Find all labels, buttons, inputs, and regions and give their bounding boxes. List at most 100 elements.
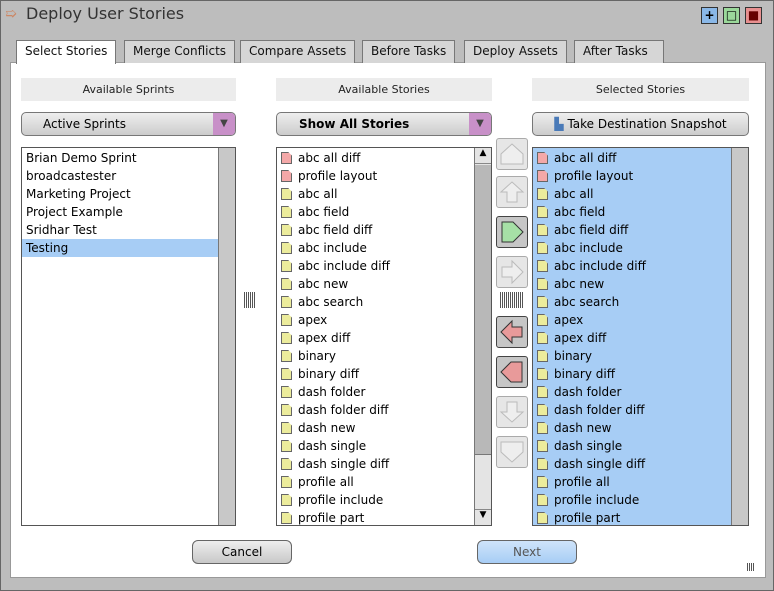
- scroll-thumb[interactable]: [475, 165, 491, 455]
- list-item[interactable]: dash single: [277, 437, 491, 455]
- story-document-icon: [537, 404, 548, 416]
- list-item[interactable]: Project Example: [22, 203, 218, 221]
- list-item[interactable]: dash folder diff: [533, 401, 748, 419]
- list-item[interactable]: apex: [277, 311, 491, 329]
- list-item-label: abc include diff: [554, 259, 646, 273]
- next-button[interactable]: Next: [477, 540, 577, 564]
- list-item-label: profile include: [298, 493, 384, 507]
- window-title: Deploy User Stories: [26, 4, 185, 23]
- stories-scrollbar[interactable]: ▲ ▼: [474, 148, 491, 525]
- list-item[interactable]: abc include: [277, 239, 491, 257]
- list-item[interactable]: abc field: [533, 203, 748, 221]
- story-document-icon: [281, 422, 292, 434]
- list-item[interactable]: profile part: [533, 509, 748, 525]
- story-document-icon: [281, 494, 292, 506]
- tab-deploy-assets[interactable]: Deploy Assets: [464, 40, 567, 63]
- list-item[interactable]: Sridhar Test: [22, 221, 218, 239]
- story-document-icon: [281, 242, 292, 254]
- list-item[interactable]: abc include diff: [533, 257, 748, 275]
- list-item[interactable]: abc all diff: [277, 149, 491, 167]
- list-item[interactable]: binary: [533, 347, 748, 365]
- list-item[interactable]: Testing: [22, 239, 218, 257]
- scroll-down-icon[interactable]: ▼: [475, 509, 491, 525]
- list-item[interactable]: dash folder diff: [277, 401, 491, 419]
- story-document-icon: [281, 314, 292, 326]
- list-item[interactable]: apex: [533, 311, 748, 329]
- take-snapshot-button[interactable]: ▙ Take Destination Snapshot: [532, 112, 749, 136]
- list-item-label: profile all: [298, 475, 354, 489]
- list-item[interactable]: Brian Demo Sprint: [22, 149, 218, 167]
- list-item[interactable]: abc search: [277, 293, 491, 311]
- list-item[interactable]: dash folder: [533, 383, 748, 401]
- list-item[interactable]: dash folder: [277, 383, 491, 401]
- move-top-icon: [500, 143, 524, 165]
- list-item[interactable]: profile layout: [533, 167, 748, 185]
- list-item[interactable]: dash single: [533, 437, 748, 455]
- list-item[interactable]: dash single diff: [533, 455, 748, 473]
- story-filter-dropdown[interactable]: Show All Stories ▼: [276, 112, 492, 136]
- list-item-label: profile layout: [298, 169, 378, 183]
- list-item[interactable]: dash new: [533, 419, 748, 437]
- story-document-icon: [537, 386, 548, 398]
- list-item-label: abc new: [298, 277, 349, 291]
- list-item-label: dash new: [298, 421, 356, 435]
- list-item-label: Sridhar Test: [26, 223, 97, 237]
- list-item[interactable]: profile include: [277, 491, 491, 509]
- selected-list-scrollbar[interactable]: [731, 148, 748, 525]
- list-item[interactable]: abc field: [277, 203, 491, 221]
- list-item[interactable]: abc field diff: [277, 221, 491, 239]
- scroll-up-icon[interactable]: ▲: [475, 148, 491, 164]
- list-item[interactable]: abc search: [533, 293, 748, 311]
- list-item[interactable]: abc new: [533, 275, 748, 293]
- tab-select-stories[interactable]: Select Stories: [16, 40, 117, 64]
- list-item[interactable]: binary: [277, 347, 491, 365]
- list-item-label: dash single diff: [554, 457, 646, 471]
- list-item[interactable]: Marketing Project: [22, 185, 218, 203]
- list-item[interactable]: binary diff: [533, 365, 748, 383]
- list-item[interactable]: dash new: [277, 419, 491, 437]
- add-all-button[interactable]: [496, 216, 528, 248]
- move-down-button[interactable]: [496, 396, 528, 428]
- add-window-button[interactable]: +: [701, 7, 718, 24]
- tab-merge-conflicts[interactable]: Merge Conflicts: [124, 40, 236, 63]
- list-item[interactable]: abc field diff: [533, 221, 748, 239]
- add-button[interactable]: [496, 256, 528, 288]
- sprint-filter-dropdown[interactable]: Active Sprints ▼: [21, 112, 236, 136]
- tab-after-tasks[interactable]: After Tasks: [574, 40, 664, 63]
- list-item[interactable]: profile all: [277, 473, 491, 491]
- remove-button[interactable]: [496, 316, 528, 348]
- list-item-label: abc include diff: [298, 259, 390, 273]
- story-document-icon: [281, 332, 292, 344]
- list-item[interactable]: profile all: [533, 473, 748, 491]
- list-item[interactable]: binary diff: [277, 365, 491, 383]
- list-item-label: profile part: [298, 511, 365, 525]
- cancel-button[interactable]: Cancel: [192, 540, 292, 564]
- sprint-list-scrollbar[interactable]: [218, 148, 235, 525]
- move-bottom-button[interactable]: [496, 436, 528, 468]
- tab-before-tasks[interactable]: Before Tasks: [362, 40, 456, 63]
- window-resize-handle[interactable]: [747, 563, 755, 571]
- close-button[interactable]: ■: [745, 7, 762, 24]
- list-item[interactable]: dash single diff: [277, 455, 491, 473]
- remove-all-button[interactable]: [496, 356, 528, 388]
- tab-compare-assets[interactable]: Compare Assets: [240, 40, 356, 63]
- list-item[interactable]: profile part: [277, 509, 491, 525]
- list-item[interactable]: abc new: [277, 275, 491, 293]
- resize-grip[interactable]: [244, 292, 256, 308]
- list-item[interactable]: abc include: [533, 239, 748, 257]
- list-item[interactable]: broadcastester: [22, 167, 218, 185]
- chevron-down-icon: ▼: [469, 113, 491, 135]
- maximize-button[interactable]: □: [723, 7, 740, 24]
- list-item[interactable]: apex diff: [277, 329, 491, 347]
- move-top-button[interactable]: [496, 138, 528, 170]
- list-item[interactable]: abc include diff: [277, 257, 491, 275]
- list-item[interactable]: profile layout: [277, 167, 491, 185]
- list-item[interactable]: abc all: [533, 185, 748, 203]
- list-item-label: abc field diff: [554, 223, 629, 237]
- list-item[interactable]: abc all diff: [533, 149, 748, 167]
- move-up-button[interactable]: [496, 176, 528, 208]
- list-item[interactable]: abc all: [277, 185, 491, 203]
- list-item[interactable]: profile include: [533, 491, 748, 509]
- resize-grip[interactable]: [500, 292, 524, 308]
- list-item[interactable]: apex diff: [533, 329, 748, 347]
